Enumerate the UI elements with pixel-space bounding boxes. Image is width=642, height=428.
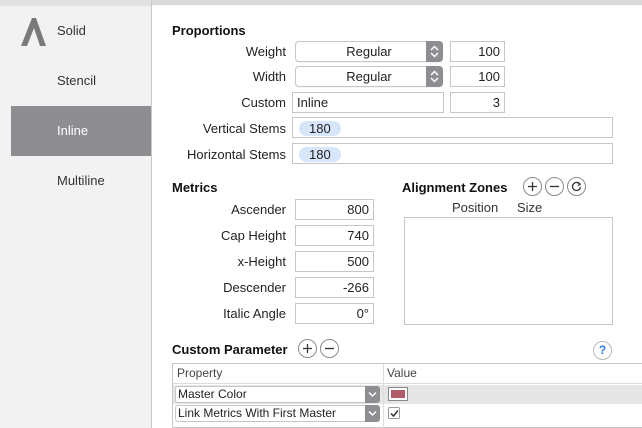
param-value-cell (383, 404, 642, 423)
remove-parameter-button[interactable] (320, 339, 339, 358)
master-item-solid[interactable]: Solid (11, 6, 151, 56)
width-popup[interactable]: Regular (295, 66, 443, 87)
weight-popup-arrows-icon (426, 41, 443, 62)
alignment-zones-list[interactable] (404, 217, 613, 325)
ascender-label: Ascender (231, 202, 286, 217)
alignment-zones-title: Alignment Zones (402, 180, 508, 195)
plus-icon (303, 344, 312, 353)
custom-name-field[interactable]: Inline (292, 92, 444, 113)
horizontal-stems-field[interactable]: 180 (292, 143, 613, 164)
master-label-stencil: Stencil (57, 73, 97, 88)
param-col-value: Value (387, 366, 417, 380)
italic-angle-field[interactable]: 0° (295, 303, 374, 324)
refresh-zones-button[interactable] (567, 177, 586, 196)
param-property-popup[interactable]: Master Color (175, 386, 380, 403)
param-col-property: Property (177, 366, 223, 380)
master-color-well[interactable] (388, 387, 408, 401)
master-item-multiline[interactable]: Multiline (11, 156, 151, 206)
param-table-header: Property Value (173, 364, 642, 384)
custom-label: Custom (241, 95, 286, 110)
font-a-icon (21, 18, 46, 46)
custom-parameter-title: Custom Parameter (172, 342, 288, 357)
add-parameter-button[interactable] (298, 339, 317, 358)
width-label: Width (252, 69, 286, 84)
cap-height-label: Cap Height (220, 228, 286, 243)
ascender-field[interactable]: 800 (295, 199, 374, 220)
master-item-stencil[interactable]: Stencil (11, 56, 151, 106)
param-value-cell (383, 385, 642, 404)
chevron-down-icon (365, 405, 380, 422)
table-row: Master Color (173, 385, 642, 404)
horizontal-stems-label: Horizontal Stems (187, 147, 286, 162)
x-height-field[interactable]: 500 (295, 251, 374, 272)
add-zone-button[interactable] (523, 177, 542, 196)
width-popup-arrows-icon (426, 66, 443, 87)
weight-label: Weight (245, 44, 286, 59)
width-value-field[interactable]: 100 (450, 66, 505, 87)
vertical-stem-token[interactable]: 180 (299, 121, 341, 136)
help-button[interactable]: ? (593, 341, 612, 360)
master-label-multiline: Multiline (57, 173, 105, 188)
minus-icon (325, 347, 334, 350)
master-item-inline[interactable]: Inline (11, 106, 151, 156)
italic-angle-label: Italic Angle (223, 306, 286, 321)
horizontal-stem-token[interactable]: 180 (299, 147, 341, 162)
masters-sidebar: Solid Stencil Inline Multiline (0, 0, 151, 428)
refresh-icon (571, 181, 582, 192)
checkmark-icon (390, 410, 399, 418)
remove-zone-button[interactable] (545, 177, 564, 196)
vertical-stems-label: Vertical Stems (202, 121, 286, 136)
param-column-separator (383, 364, 384, 428)
table-row: Link Metrics With First Master (173, 404, 642, 423)
metrics-title: Metrics (172, 180, 218, 195)
zones-col-size: Size (517, 200, 543, 215)
master-label-solid: Solid (57, 23, 86, 38)
custom-parameter-table: Property Value Master Color Link Metrics… (172, 363, 642, 428)
master-label-inline: Inline (57, 123, 89, 138)
width-popup-value: Regular (346, 69, 392, 84)
param-property-name: Master Color (178, 387, 247, 401)
param-property-popup[interactable]: Link Metrics With First Master (175, 405, 380, 422)
param-property-name: Link Metrics With First Master (178, 406, 337, 420)
proportions-title: Proportions (172, 23, 246, 38)
plus-icon (528, 182, 537, 191)
x-height-label: x-Height (237, 254, 286, 269)
cap-height-field[interactable]: 740 (295, 225, 374, 246)
minus-icon (550, 185, 559, 188)
weight-popup[interactable]: Regular (295, 41, 443, 62)
descender-label: Descender (223, 280, 286, 295)
vertical-stems-field[interactable]: 180 (292, 117, 613, 138)
link-metrics-checkbox[interactable] (388, 407, 400, 419)
zones-col-position: Position (452, 200, 499, 215)
custom-value-field[interactable]: 3 (450, 92, 505, 113)
chevron-down-icon (365, 386, 380, 403)
weight-value-field[interactable]: 100 (450, 41, 505, 62)
descender-field[interactable]: -266 (295, 277, 374, 298)
color-swatch-fill (391, 390, 405, 398)
weight-popup-value: Regular (346, 44, 392, 59)
master-settings-panel: Proportions Weight Regular 100 Width Reg… (152, 5, 642, 428)
